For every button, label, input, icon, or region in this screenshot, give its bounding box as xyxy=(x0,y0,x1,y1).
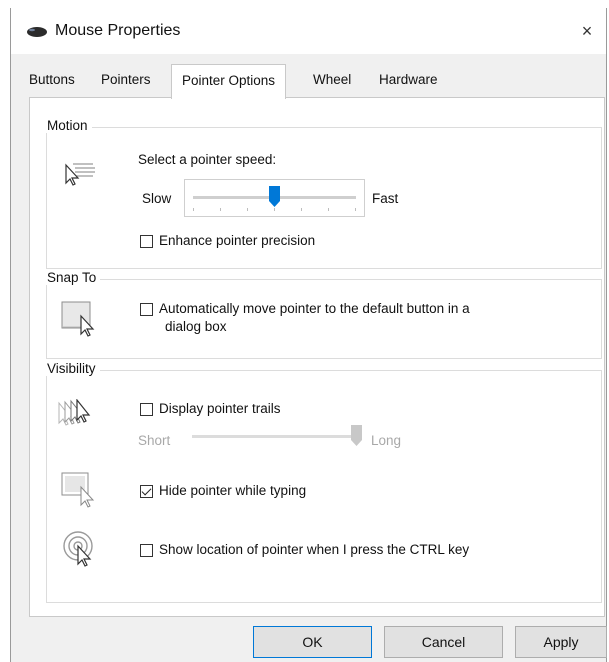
pointer-trails-checkbox[interactable] xyxy=(140,403,153,416)
show-location-icon xyxy=(61,529,101,572)
speed-slider-thumb[interactable] xyxy=(269,186,280,208)
trails-slider[interactable] xyxy=(187,421,362,455)
pointer-trails-label: Display pointer trails xyxy=(159,401,281,416)
show-location-label: Show location of pointer when I press th… xyxy=(159,542,470,557)
hide-pointer-checkbox[interactable] xyxy=(140,485,153,498)
fast-label: Fast xyxy=(372,191,399,206)
short-label: Short xyxy=(138,433,171,448)
speed-tick xyxy=(328,208,329,211)
window-title: Mouse Properties xyxy=(55,22,181,39)
hide-pointer-icon xyxy=(61,471,101,514)
enhance-precision-checkbox[interactable] xyxy=(140,235,153,248)
show-location-checkbox[interactable] xyxy=(140,544,153,557)
tab-hardware[interactable]: Hardware xyxy=(379,72,438,87)
trails-slider-thumb[interactable] xyxy=(350,425,362,447)
snap-to-icon xyxy=(61,296,97,345)
tab-wheel[interactable]: Wheel xyxy=(313,72,351,87)
speed-tick xyxy=(301,208,302,211)
tab-bar: Buttons Pointers Pointer Options Wheel H… xyxy=(29,64,606,99)
snap-to-label-line1: Automatically move pointer to the defaul… xyxy=(159,301,470,316)
apply-button[interactable]: Apply xyxy=(515,626,607,658)
mouse-properties-window: Mouse Properties × Buttons Pointers Poin… xyxy=(10,8,607,662)
speed-tick xyxy=(220,208,221,211)
long-label: Long xyxy=(371,433,402,448)
snap-to-group: Snap To Automatically move pointer to th… xyxy=(43,270,602,359)
speed-tick xyxy=(247,208,248,211)
snap-to-checkbox[interactable] xyxy=(140,303,153,316)
motion-group: Motion Select a pointer speed: Slow Fast… xyxy=(43,118,602,269)
mouse-icon xyxy=(26,25,48,41)
enhance-precision-label: Enhance pointer precision xyxy=(159,233,316,248)
visibility-group-label: Visibility xyxy=(43,361,100,376)
hide-pointer-label: Hide pointer while typing xyxy=(159,483,307,498)
pointer-speed-icon xyxy=(63,156,97,193)
title-bar: Mouse Properties × xyxy=(11,8,606,54)
speed-slider[interactable] xyxy=(184,179,365,217)
motion-group-label: Motion xyxy=(43,118,92,133)
visibility-group: Visibility Display pointer trails Short … xyxy=(43,361,602,603)
speed-tick xyxy=(355,208,356,211)
tab-buttons[interactable]: Buttons xyxy=(29,72,75,87)
snap-to-label-line2: dialog box xyxy=(165,319,227,334)
pointer-trails-icon xyxy=(57,398,97,438)
speed-tick xyxy=(193,208,194,211)
snap-to-group-label: Snap To xyxy=(43,270,101,285)
ok-button[interactable]: OK xyxy=(253,626,372,658)
speed-label: Select a pointer speed: xyxy=(138,152,277,167)
tab-pointer-options[interactable]: Pointer Options xyxy=(171,64,287,99)
tab-pointers[interactable]: Pointers xyxy=(101,72,151,87)
pointer-options-panel: Motion Select a pointer speed: Slow Fast… xyxy=(29,97,605,617)
slow-label: Slow xyxy=(142,191,172,206)
speed-tick xyxy=(274,208,275,211)
trails-slider-track xyxy=(192,435,356,438)
cancel-button[interactable]: Cancel xyxy=(384,626,503,658)
close-button[interactable]: × xyxy=(574,18,600,44)
